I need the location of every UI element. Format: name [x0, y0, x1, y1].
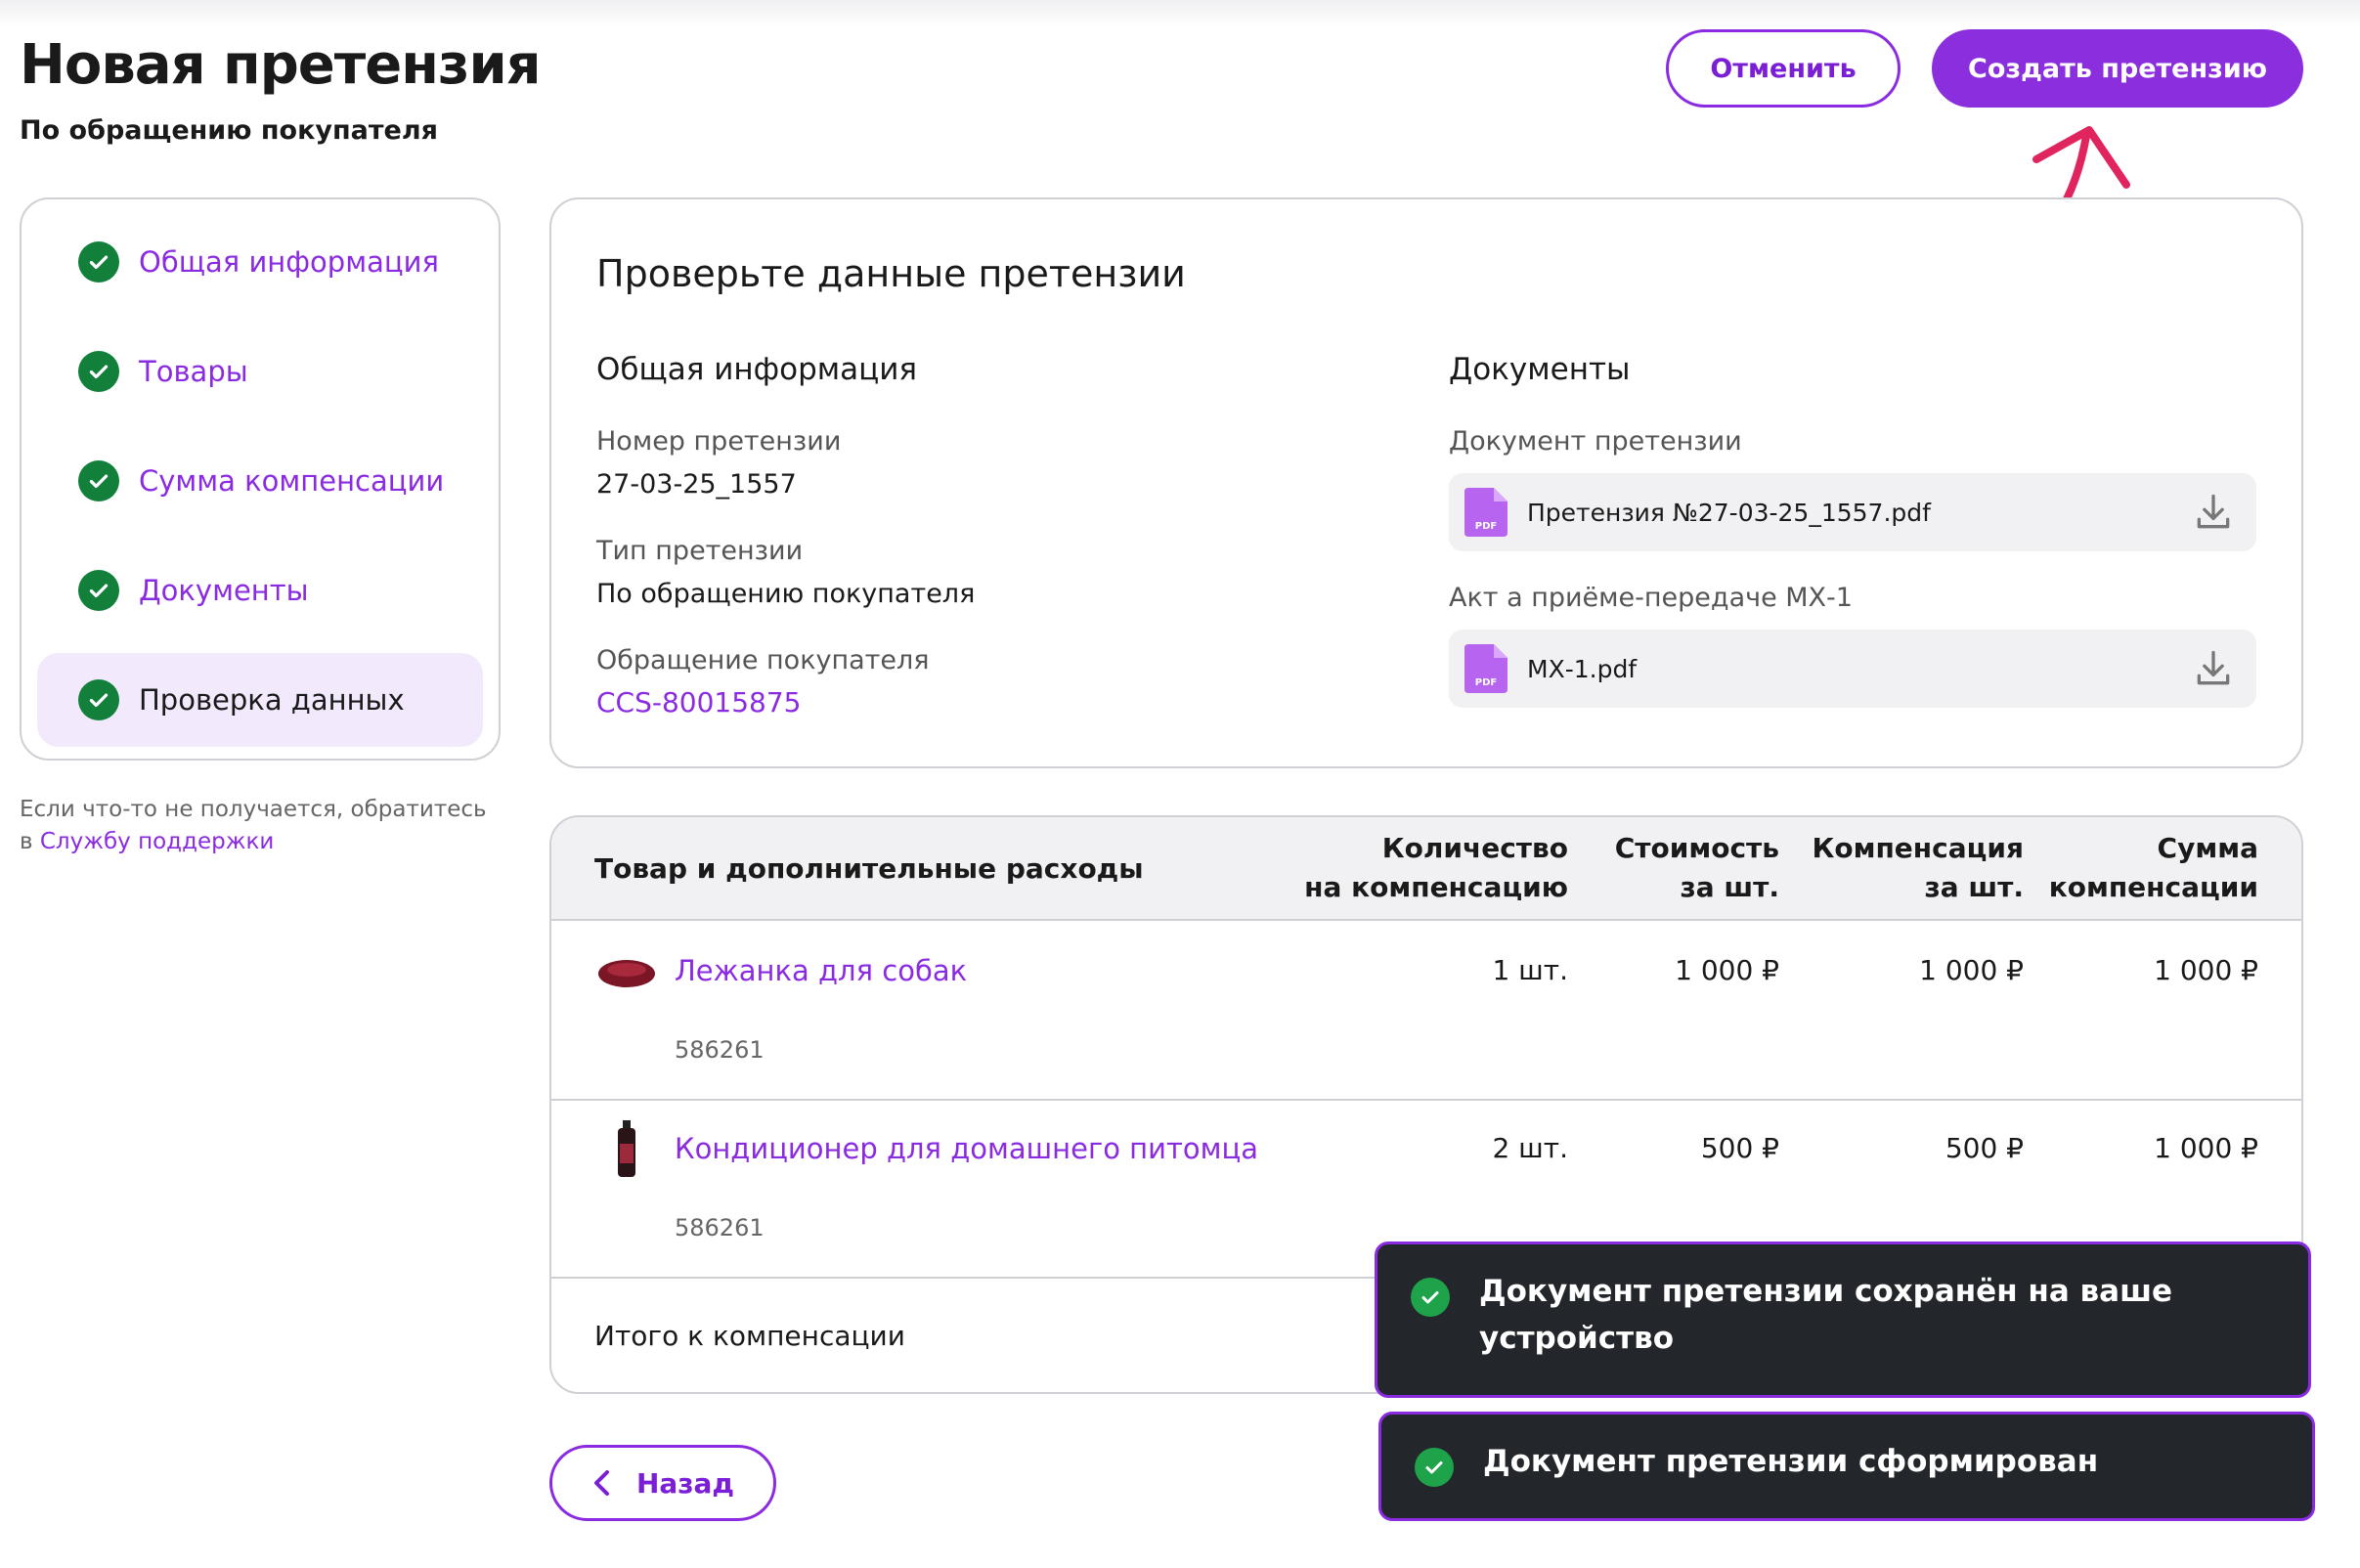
product-sku: 586261 — [675, 1036, 765, 1064]
step-label: Товары — [139, 355, 248, 388]
quantity-cell: 2 шт. — [1492, 1132, 1568, 1164]
toast-message: Документ претензии сохранён на ваше устр… — [1479, 1274, 2173, 1356]
check-circle-icon — [78, 351, 119, 392]
claim-type-label: Тип претензии — [596, 536, 804, 566]
create-claim-button[interactable]: Создать претензию — [1932, 29, 2303, 108]
page-subtitle: По обращению покупателя — [20, 115, 438, 146]
download-icon[interactable] — [2192, 647, 2235, 690]
cancel-button[interactable]: Отменить — [1666, 29, 1901, 108]
svg-text:PDF: PDF — [1475, 677, 1497, 688]
page-title: Новая претензия — [20, 33, 542, 97]
claim-document-file[interactable]: PDF Претензия №27-03-25_1557.pdf — [1449, 473, 2256, 551]
price-cell: 500 ₽ — [1700, 1132, 1779, 1164]
claim-number-value: 27-03-25_1557 — [596, 469, 797, 500]
product-sku: 586261 — [675, 1214, 765, 1241]
document-file-name: МХ-1.pdf — [1527, 654, 1638, 683]
act-document-label: Акт а приёме-передаче МХ-1 — [1449, 583, 1853, 613]
check-circle-icon — [78, 241, 119, 283]
download-icon[interactable] — [2192, 491, 2235, 534]
col-compensation: Компенсация за шт. — [1812, 832, 2024, 903]
col-price: Стоимость за шт. — [1614, 832, 1779, 903]
back-label: Назад — [635, 1466, 735, 1500]
step-review[interactable]: Проверка данных — [37, 653, 483, 747]
table-header: Товар и дополнительные расходы Количеств… — [551, 817, 2301, 921]
customer-request-label: Обращение покупателя — [596, 645, 930, 675]
step-label: Документы — [139, 574, 309, 607]
product-link[interactable]: Кондиционер для домашнего питомца — [675, 1132, 1258, 1165]
general-info-heading: Общая информация — [596, 352, 918, 387]
customer-request-link[interactable]: CCS-80015875 — [596, 686, 802, 719]
compensation-cell: 500 ₽ — [1945, 1132, 2024, 1164]
success-check-icon — [1415, 1448, 1454, 1487]
step-compensation[interactable]: Сумма компенсации — [37, 434, 483, 528]
total-label: Итого к компенсации — [594, 1320, 905, 1352]
top-shade — [0, 0, 2360, 27]
success-check-icon — [1411, 1278, 1450, 1317]
quantity-cell: 1 шт. — [1492, 954, 1568, 986]
step-documents[interactable]: Документы — [37, 544, 483, 637]
pdf-file-icon: PDF — [1464, 644, 1508, 693]
review-title: Проверьте данные претензии — [596, 252, 1186, 295]
step-label: Проверка данных — [139, 683, 405, 717]
sum-cell: 1 000 ₽ — [2154, 954, 2258, 986]
help-prefix: в — [20, 829, 33, 854]
dog-bed-thumbnail — [598, 960, 655, 987]
step-products[interactable]: Товары — [37, 325, 483, 418]
step-label: Сумма компенсации — [139, 464, 445, 498]
steps-panel: Общая информация Товары Сумма компенсаци… — [20, 197, 501, 761]
price-cell: 1 000 ₽ — [1675, 954, 1779, 986]
col-quantity: Количество на компенсацию — [1304, 832, 1568, 903]
row-divider — [551, 1099, 2301, 1101]
toast-document-created: Документ претензии сформирован — [1378, 1412, 2315, 1521]
toast-document-saved: Документ претензии сохранён на ваше устр… — [1375, 1241, 2311, 1398]
check-circle-icon — [78, 570, 119, 611]
conditioner-bottle-thumbnail — [618, 1120, 635, 1177]
product-link[interactable]: Лежанка для собак — [675, 954, 967, 987]
check-circle-icon — [78, 460, 119, 501]
help-text: Если что-то не получается, обратитесь в … — [20, 794, 501, 858]
documents-heading: Документы — [1449, 352, 1631, 387]
document-file-name: Претензия №27-03-25_1557.pdf — [1527, 498, 1931, 527]
act-document-file[interactable]: PDF МХ-1.pdf — [1449, 630, 2256, 708]
pdf-file-icon: PDF — [1464, 488, 1508, 537]
svg-text:PDF: PDF — [1475, 521, 1497, 532]
sum-cell: 1 000 ₽ — [2154, 1132, 2258, 1164]
claim-type-value: По обращению покупателя — [596, 579, 976, 609]
compensation-cell: 1 000 ₽ — [1919, 954, 2024, 986]
col-sum: Сумма компенсации — [2048, 832, 2258, 903]
review-card: Проверьте данные претензии Общая информа… — [549, 197, 2303, 768]
claim-number-label: Номер претензии — [596, 426, 842, 457]
col-product: Товар и дополнительные расходы — [594, 852, 1144, 885]
help-message: Если что-то не получается, обратитесь — [20, 797, 487, 822]
toast-message: Документ претензии сформирован — [1483, 1444, 2099, 1479]
check-circle-icon — [78, 679, 119, 720]
claim-document-label: Документ претензии — [1449, 426, 1742, 457]
step-label: Общая информация — [139, 245, 439, 279]
support-link[interactable]: Службу поддержки — [40, 829, 274, 854]
step-general-info[interactable]: Общая информация — [37, 215, 483, 309]
back-button[interactable]: Назад — [549, 1445, 776, 1521]
chevron-left-icon — [593, 1470, 609, 1496]
